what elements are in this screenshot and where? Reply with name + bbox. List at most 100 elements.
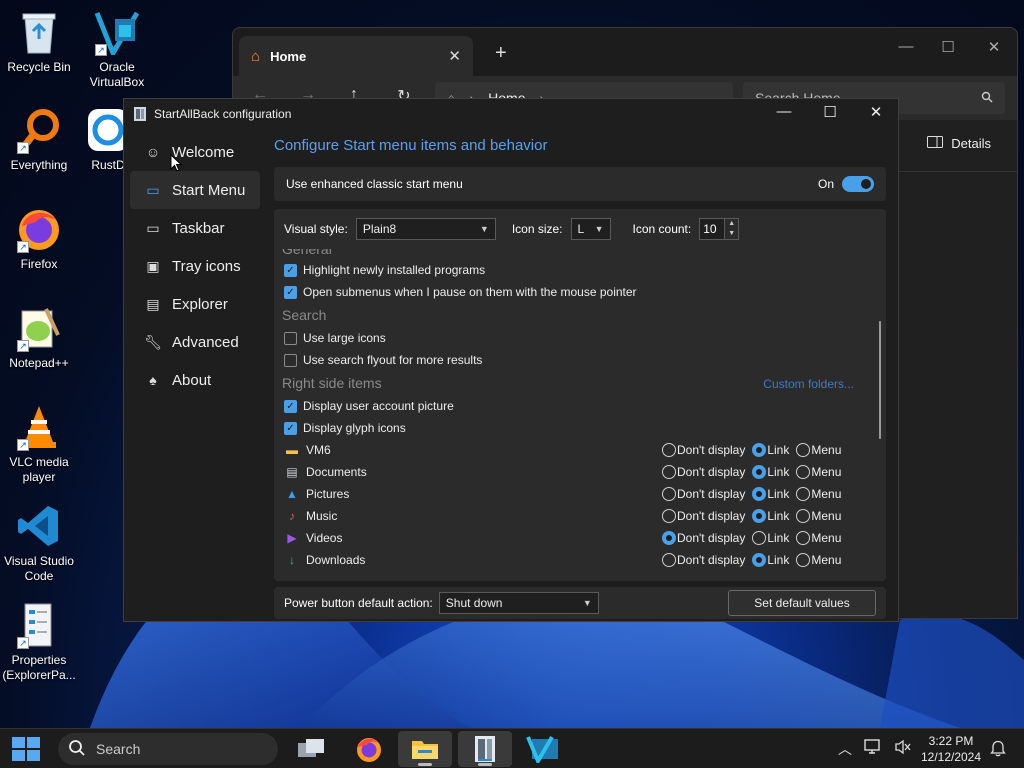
check-search-flyout[interactable]: Use search flyout for more results xyxy=(284,349,482,371)
check-large-icons[interactable]: Use large icons xyxy=(284,327,386,349)
chevron-up-icon[interactable]: ︿ xyxy=(838,739,852,759)
start-button[interactable] xyxy=(12,737,40,761)
icon-count-value[interactable]: 10 xyxy=(699,218,726,240)
new-tab-button[interactable]: + xyxy=(495,42,507,65)
radio-button[interactable] xyxy=(662,509,676,523)
desktop-icon-recycle-bin[interactable]: Recycle Bin xyxy=(0,8,78,75)
check-user-picture[interactable]: ✓ Display user account picture xyxy=(284,395,454,417)
sidebar-item-start-menu[interactable]: ▭ Start Menu xyxy=(130,171,260,209)
spin-arrows-icon[interactable]: ▲ ▼ xyxy=(725,218,740,240)
network-icon[interactable] xyxy=(864,739,882,758)
sidebar-item-taskbar[interactable]: ▭ Taskbar xyxy=(130,209,260,247)
taskbar-firefox[interactable] xyxy=(342,731,396,767)
taskbar-search-box[interactable]: Search xyxy=(58,733,278,765)
radio-button[interactable] xyxy=(752,531,767,545)
visual-style-select[interactable]: Plain8 ▼ xyxy=(355,218,496,240)
options-scrollbar[interactable] xyxy=(876,255,884,573)
folder-row-music: ♪ Music xyxy=(284,505,337,527)
sidebar-item-advanced[interactable]: 🔧︎ Advanced xyxy=(130,323,260,361)
checkbox-checked[interactable]: ✓ xyxy=(284,421,297,435)
notification-bell-icon[interactable] xyxy=(990,739,1006,760)
radio-dont-display[interactable]: Don't display xyxy=(662,465,745,479)
maximize-button[interactable]: ☐ xyxy=(812,103,848,121)
maximize-button[interactable]: ☐ xyxy=(933,38,963,56)
checkbox-checked[interactable]: ✓ xyxy=(284,285,297,299)
radio-link[interactable]: Link xyxy=(752,509,789,523)
radio-button[interactable] xyxy=(796,509,811,523)
desktop-icon-virtualbox[interactable]: ↗ Oracle VirtualBox xyxy=(78,8,156,90)
desktop-icon-vscode[interactable]: Visual Studio Code xyxy=(0,502,78,584)
radio-button[interactable] xyxy=(796,531,811,545)
close-button[interactable]: ✕ xyxy=(858,103,894,121)
radio-dont-display[interactable]: Don't display xyxy=(662,553,745,567)
radio-button[interactable] xyxy=(662,465,676,479)
radio-dont-display[interactable]: Don't display xyxy=(662,531,745,545)
icon-size-select[interactable]: L ▼ xyxy=(570,218,611,240)
taskbar-file-explorer[interactable] xyxy=(398,731,452,767)
details-button[interactable]: Details xyxy=(927,136,991,151)
radio-link[interactable]: Link xyxy=(752,487,789,501)
close-button[interactable]: ✕ xyxy=(979,38,1009,56)
icon-count-stepper[interactable]: 10 ▲ ▼ xyxy=(699,218,740,240)
checkbox-checked[interactable]: ✓ xyxy=(284,399,297,413)
radio-button[interactable] xyxy=(796,465,811,479)
toggle-switch[interactable] xyxy=(842,176,874,192)
radio-button-selected[interactable] xyxy=(752,553,767,567)
radio-link[interactable]: Link xyxy=(752,465,789,479)
radio-dont-display[interactable]: Don't display xyxy=(662,487,745,501)
radio-button[interactable] xyxy=(796,553,811,567)
radio-button-selected[interactable] xyxy=(752,509,767,523)
radio-menu[interactable]: Menu xyxy=(796,509,841,523)
radio-button[interactable] xyxy=(796,443,811,457)
minimize-button[interactable]: — xyxy=(891,38,921,55)
radio-button-selected[interactable] xyxy=(752,443,767,457)
check-highlight-new[interactable]: ✓ Highlight newly installed programs xyxy=(284,259,485,281)
set-default-values-button[interactable]: Set default values xyxy=(728,590,876,616)
radio-menu[interactable]: Menu xyxy=(796,443,841,457)
radio-menu[interactable]: Menu xyxy=(796,553,841,567)
desktop-icon-properties[interactable]: ↗ Properties (ExplorerPa... xyxy=(0,601,78,683)
radio-dont-display[interactable]: Don't display xyxy=(662,443,745,457)
taskbar-virtualbox[interactable] xyxy=(516,731,570,767)
sidebar-item-explorer[interactable]: ▤ Explorer xyxy=(130,285,260,323)
radio-button[interactable] xyxy=(796,487,811,501)
checkbox-checked[interactable]: ✓ xyxy=(284,263,297,277)
sidebar-item-about[interactable]: ♠ About xyxy=(130,361,260,399)
explorer-tab-home[interactable]: ⌂ Home ✕ xyxy=(239,36,473,76)
radio-link[interactable]: Link xyxy=(752,443,789,457)
checkbox-unchecked[interactable] xyxy=(284,353,297,367)
radio-link[interactable]: Link xyxy=(752,531,789,545)
taskbar-startallback[interactable] xyxy=(458,731,512,767)
radio-button-selected[interactable] xyxy=(662,531,676,545)
sidebar-item-welcome[interactable]: ☺ Welcome xyxy=(130,133,260,171)
enhanced-menu-toggle[interactable]: On xyxy=(818,176,874,192)
sidebar-item-tray-icons[interactable]: ▣ Tray icons xyxy=(130,247,260,285)
radio-menu[interactable]: Menu xyxy=(796,465,841,479)
radio-button-selected[interactable] xyxy=(752,487,767,501)
radio-label: Link xyxy=(767,553,790,567)
radio-button-selected[interactable] xyxy=(752,465,767,479)
taskbar-task-view[interactable] xyxy=(284,731,338,767)
radio-button[interactable] xyxy=(662,487,676,501)
volume-muted-icon[interactable] xyxy=(894,739,912,758)
radio-menu[interactable]: Menu xyxy=(796,531,841,545)
radio-button[interactable] xyxy=(662,553,676,567)
radio-menu[interactable]: Menu xyxy=(796,487,841,501)
scrollbar-thumb[interactable] xyxy=(879,321,881,439)
close-icon[interactable]: ✕ xyxy=(448,47,461,65)
check-glyph-icons[interactable]: ✓ Display glyph icons xyxy=(284,417,406,439)
minimize-button[interactable]: — xyxy=(766,103,802,120)
taskbar-clock[interactable]: 3:22 PM 12/12/2024 xyxy=(914,733,988,765)
checkbox-unchecked[interactable] xyxy=(284,331,297,345)
desktop-icon-everything[interactable]: ↗ Everything xyxy=(0,106,78,173)
window-titlebar[interactable]: StartAllBack configuration — ☐ ✕ xyxy=(124,99,898,129)
desktop-icon-notepadpp[interactable]: ↗ Notepad++ xyxy=(0,304,78,371)
radio-button[interactable] xyxy=(662,443,676,457)
custom-folders-link[interactable]: Custom folders... xyxy=(763,377,854,391)
radio-dont-display[interactable]: Don't display xyxy=(662,509,745,523)
desktop-icon-vlc[interactable]: ↗ VLC media player xyxy=(0,403,78,485)
radio-link[interactable]: Link xyxy=(752,553,789,567)
desktop-icon-firefox[interactable]: ↗ Firefox xyxy=(0,205,78,272)
power-action-select[interactable]: Shut down ▼ xyxy=(438,592,599,614)
check-open-submenus[interactable]: ✓ Open submenus when I pause on them wit… xyxy=(284,281,637,303)
